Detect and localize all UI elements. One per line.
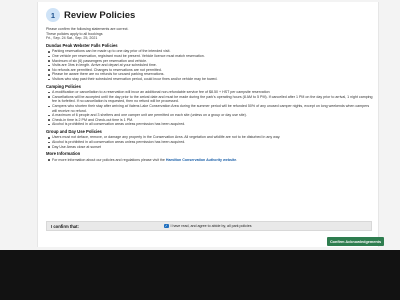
confirm-label: I confirm that:: [51, 223, 79, 229]
agree-policies-label[interactable]: I have read, and agree to abide by, all …: [171, 224, 252, 228]
section-title-more-info: More Information: [46, 151, 81, 157]
step-number-badge: 1: [46, 8, 60, 22]
policy-item: Cancellations will be accepted until the…: [46, 95, 374, 104]
booking-dates: Fri., Sep. 24 Sat., Sep. 25, 2021: [46, 36, 98, 41]
group-policy-list: Users must not deface, remove, or damage…: [46, 135, 374, 149]
policy-item: Visitors who stay past their scheduled r…: [46, 77, 374, 82]
policy-item: Day Use Areas close at sunset: [46, 145, 374, 150]
dundas-policy-list: Parking reservations can be made up to o…: [46, 49, 374, 81]
page-title: Review Policies: [64, 9, 136, 21]
section-title-camping: Camping Policies: [46, 83, 81, 89]
more-info-list: For more information about our policies …: [46, 158, 374, 163]
section-title-dundas: Dundas Peak Webster Falls Policies: [46, 42, 118, 48]
checkmark-icon: ✓: [164, 223, 168, 228]
camping-policy-list: A modification or cancellation to a rese…: [46, 90, 374, 127]
more-info-period: .: [236, 157, 238, 162]
review-policies-panel: 1 Review Policies Please confirm the fol…: [37, 2, 384, 247]
section-title-group: Group and Day Use Policies: [46, 128, 102, 134]
bottom-dark-band: [0, 250, 400, 300]
policies-content: Please confirm the following statements …: [46, 27, 374, 162]
policy-item: Alcohol is prohibited in all conservatio…: [46, 122, 374, 127]
more-info-item: For more information about our policies …: [46, 158, 374, 163]
step-header: 1 Review Policies: [46, 8, 135, 22]
confirm-acknowledgements-button[interactable]: Confirm Acknowledgements: [327, 237, 384, 246]
more-info-text: For more information about our policies …: [52, 157, 165, 162]
confirm-row: I confirm that: ✓ I have read, and agree…: [46, 221, 372, 231]
policy-item: Campers who shorten their stay after arr…: [46, 104, 374, 113]
hca-website-link[interactable]: Hamilton Conservation Authority website: [166, 158, 236, 162]
agree-policies-checkbox[interactable]: ✓: [164, 223, 169, 229]
